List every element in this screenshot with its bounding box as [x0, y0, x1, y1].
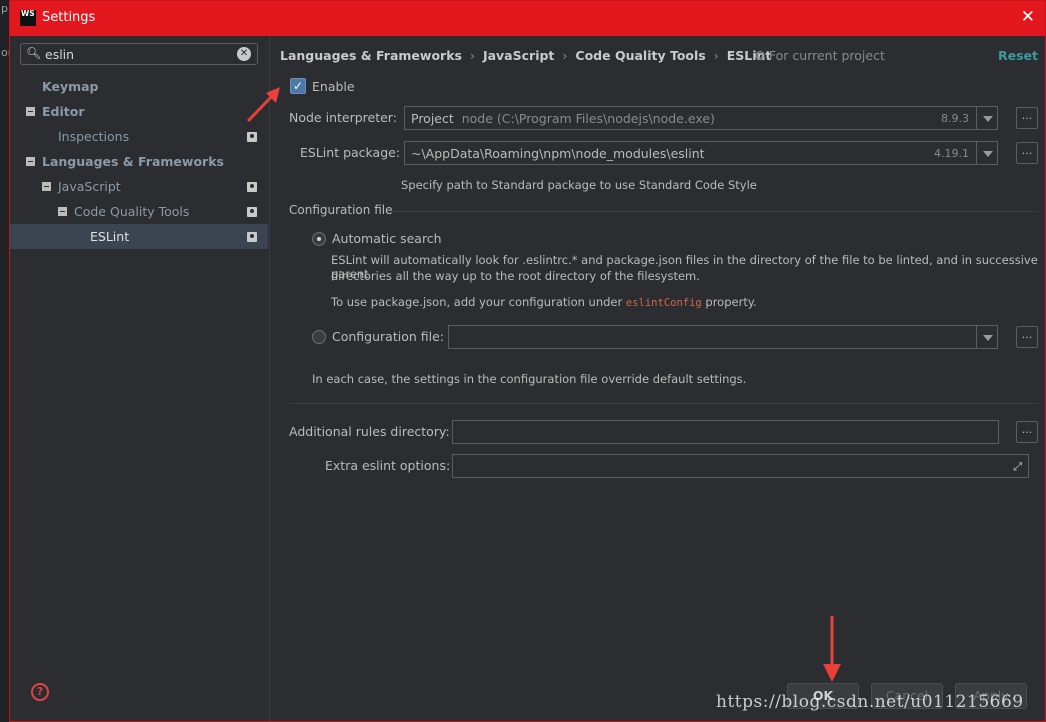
browse-config-button[interactable]: ...	[1016, 326, 1038, 348]
eslint-version: 4.19.1	[934, 147, 969, 160]
breadcrumb-separator: ›	[562, 48, 568, 63]
scope-text: For current project	[768, 48, 885, 63]
chevron-down-icon[interactable]	[976, 142, 997, 164]
package-json-hint-prefix: To use package.json, add your configurat…	[331, 295, 623, 309]
tree-item-languages-frameworks[interactable]: Languages & Frameworks	[10, 149, 268, 174]
additional-rules-label: Additional rules directory:	[289, 424, 450, 439]
node-interpreter-select[interactable]: Project node (C:\Program Files\nodejs\no…	[404, 106, 998, 130]
scope-label: ⭗ For current project	[755, 48, 885, 64]
additional-rules-input[interactable]	[452, 420, 999, 444]
collapse-icon[interactable]	[42, 182, 51, 191]
package-json-hint-suffix: property.	[705, 295, 757, 309]
tree-item-label: Languages & Frameworks	[42, 154, 224, 169]
watermark-text: https://blog.csdn.net/u011215669	[716, 692, 1024, 712]
collapse-icon[interactable]	[26, 157, 35, 166]
settings-dialog: WS Settings ✕ 🔍︎ ✕ Keymap Editor Inspect…	[9, 0, 1046, 722]
standard-hint: Specify path to Standard package to use …	[401, 178, 757, 192]
settings-search[interactable]: 🔍︎ ✕	[20, 43, 258, 65]
breadcrumb-separator: ›	[713, 48, 719, 63]
clear-search-icon[interactable]: ✕	[237, 47, 251, 61]
breadcrumb-item: Code Quality Tools	[575, 48, 706, 63]
tree-item-label: JavaScript	[58, 179, 121, 194]
eslint-config-code: eslintConfig	[625, 297, 702, 309]
node-interpreter-path: node (C:\Program Files\nodejs\node.exe)	[461, 111, 715, 126]
project-scope-icon	[247, 132, 257, 142]
tree-item-label: Editor	[42, 104, 85, 119]
collapse-icon[interactable]	[58, 207, 67, 216]
window-title: Settings	[42, 10, 96, 25]
configuration-file-radio[interactable]	[312, 330, 326, 344]
node-interpreter-value: Project node (C:\Program Files\nodejs\no…	[411, 111, 715, 126]
section-divider	[388, 211, 1038, 212]
configuration-file-select[interactable]	[448, 325, 998, 349]
automatic-search-desc-2: directories all the way up to the root d…	[331, 269, 700, 283]
extra-options-input[interactable]: ⤢	[452, 454, 1029, 478]
breadcrumb-separator: ›	[469, 48, 475, 63]
node-interpreter-prefix: Project	[411, 111, 454, 126]
tree-item-inspections[interactable]: Inspections	[10, 124, 268, 149]
settings-sidebar: 🔍︎ ✕ Keymap Editor Inspections Languages…	[10, 36, 270, 721]
search-icon: 🔍︎	[26, 46, 42, 60]
browse-node-button[interactable]: ...	[1016, 107, 1038, 129]
project-scope-icon	[247, 207, 257, 217]
chevron-down-icon[interactable]	[976, 107, 997, 129]
project-scope-icon	[247, 232, 257, 242]
tree-item-eslint[interactable]: ESLint	[10, 224, 268, 249]
tree-item-javascript[interactable]: JavaScript	[10, 174, 268, 199]
settings-content: Languages & Frameworks › JavaScript › Code Q…	[270, 36, 1046, 721]
node-version: 8.9.3	[941, 112, 969, 125]
annotation-arrow-ok	[823, 616, 841, 682]
project-scope-icon: ⭗	[755, 48, 765, 63]
package-json-hint: To use package.json, add your configurat…	[331, 295, 757, 309]
expand-icon[interactable]: ⤢	[1013, 460, 1022, 474]
browse-rules-button[interactable]: ...	[1016, 421, 1038, 443]
tree-item-code-quality-tools[interactable]: Code Quality Tools	[10, 199, 268, 224]
edge-text-a: p	[1, 2, 8, 15]
reset-link[interactable]: Reset	[998, 48, 1038, 63]
tree-item-label: Inspections	[58, 129, 130, 144]
annotation-arrow-enable	[246, 87, 280, 123]
breadcrumb: Languages & Frameworks › JavaScript › Code Q…	[280, 48, 771, 63]
automatic-search-radio[interactable]	[312, 232, 326, 246]
title-bar: WS Settings ✕	[10, 1, 1045, 36]
enable-label: Enable	[312, 79, 355, 94]
node-interpreter-label: Node interpreter:	[289, 110, 397, 125]
automatic-search-label: Automatic search	[332, 231, 442, 246]
breadcrumb-item: Languages & Frameworks	[280, 48, 462, 63]
collapse-icon[interactable]	[26, 107, 35, 116]
extra-options-label: Extra eslint options:	[325, 458, 451, 473]
help-icon[interactable]: ?	[31, 683, 49, 701]
eslint-package-label: ESLint package:	[300, 145, 401, 160]
browse-eslint-button[interactable]: ...	[1016, 142, 1038, 164]
configuration-file-label: Configuration file:	[332, 329, 444, 344]
override-note: In each case, the settings in the config…	[312, 372, 747, 386]
search-input[interactable]	[45, 46, 225, 62]
eslint-package-select[interactable]: ~\AppData\Roaming\npm\node_modules\eslin…	[404, 141, 998, 165]
project-scope-icon	[247, 182, 257, 192]
breadcrumb-item: JavaScript	[482, 48, 555, 63]
enable-checkbox[interactable]: ✓	[290, 78, 306, 94]
webstorm-logo-icon: WS	[20, 10, 36, 26]
tree-item-label: ESLint	[90, 229, 130, 244]
section-divider	[289, 403, 1039, 404]
eslint-package-value: ~\AppData\Roaming\npm\node_modules\eslin…	[411, 146, 705, 161]
tree-item-editor[interactable]: Editor	[10, 99, 268, 124]
tree-item-label: Keymap	[42, 79, 99, 94]
config-section-title: Configuration file	[289, 203, 393, 217]
tree-item-label: Code Quality Tools	[74, 204, 190, 219]
close-icon[interactable]: ✕	[1021, 7, 1035, 27]
chevron-down-icon[interactable]	[976, 326, 997, 348]
tree-item-keymap[interactable]: Keymap	[10, 74, 268, 99]
background-window-edge: p or	[0, 0, 12, 722]
